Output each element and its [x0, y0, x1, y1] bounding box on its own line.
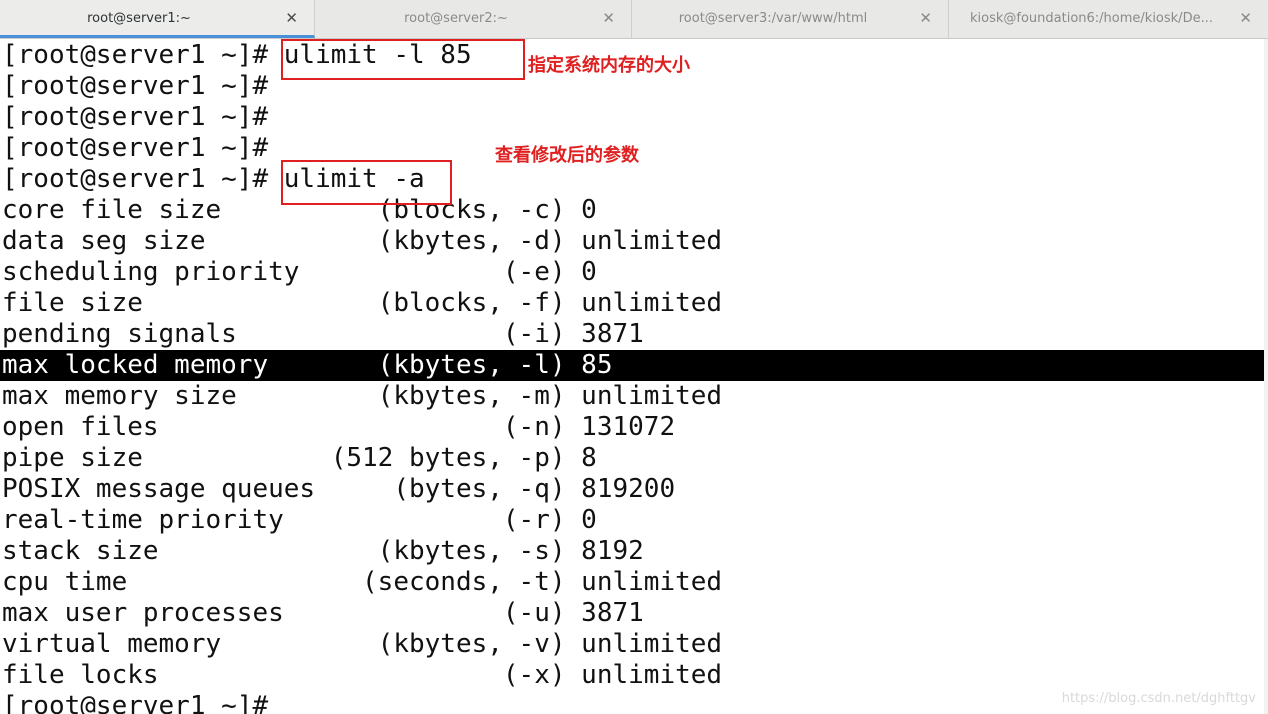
close-icon[interactable]: ✕: [919, 9, 932, 27]
terminal-line: file locks (-x) unlimited: [2, 660, 723, 690]
watermark: https://blog.csdn.net/dghfttgv: [1061, 691, 1256, 706]
tab-label: kiosk@foundation6:/home/kiosk/De...: [970, 11, 1213, 26]
tab-server2[interactable]: root@server2:~ ✕: [317, 0, 632, 38]
terminal-line: data seg size (kbytes, -d) unlimited: [2, 226, 723, 256]
terminal-line: pending signals (-i) 3871: [2, 319, 644, 349]
terminal-line: open files (-n) 131072: [2, 412, 676, 442]
close-icon[interactable]: ✕: [285, 9, 298, 27]
scrollbar[interactable]: [1264, 39, 1268, 714]
tab-bar: root@server1:~ ✕ root@server2:~ ✕ root@s…: [0, 0, 1268, 39]
terminal-line: real-time priority (-r) 0: [2, 505, 597, 535]
terminal-prompt: [root@server1 ~]#: [2, 691, 269, 714]
close-icon[interactable]: ✕: [1239, 9, 1252, 27]
terminal-line: stack size (kbytes, -s) 8192: [2, 536, 644, 566]
annotation-box-ulimit-a: [281, 160, 452, 205]
tab-foundation6[interactable]: kiosk@foundation6:/home/kiosk/De... ✕: [951, 0, 1268, 38]
annotation-text: 指定系统内存的大小: [528, 55, 690, 76]
terminal-line: [root@server1 ~]#: [2, 133, 269, 163]
terminal-line-highlighted: max locked memory (kbytes, -l) 85: [0, 350, 1266, 381]
tab-server1[interactable]: root@server1:~ ✕: [0, 0, 315, 38]
terminal-line: [root@server1 ~]#: [2, 71, 269, 101]
annotation-text: 查看修改后的参数: [495, 145, 639, 166]
close-icon[interactable]: ✕: [602, 9, 615, 27]
terminal-line: scheduling priority (-e) 0: [2, 257, 597, 287]
tab-server3[interactable]: root@server3:/var/www/html ✕: [634, 0, 949, 38]
terminal-line: cpu time (seconds, -t) unlimited: [2, 567, 723, 597]
terminal-line: max memory size (kbytes, -m) unlimited: [2, 381, 723, 411]
terminal-line: file size (blocks, -f) unlimited: [2, 288, 723, 318]
tab-label: root@server2:~: [404, 11, 508, 26]
terminal-line: [root@server1 ~]#: [2, 102, 269, 132]
terminal-line: max user processes (-u) 3871: [2, 598, 644, 628]
annotation-box-ulimit-l: [281, 39, 525, 80]
terminal-line: pipe size (512 bytes, -p) 8: [2, 443, 597, 473]
tab-label: root@server3:/var/www/html: [678, 11, 868, 26]
terminal-line: virtual memory (kbytes, -v) unlimited: [2, 629, 723, 659]
terminal-line: POSIX message queues (bytes, -q) 819200: [2, 474, 676, 504]
tab-label: root@server1:~: [87, 11, 191, 26]
